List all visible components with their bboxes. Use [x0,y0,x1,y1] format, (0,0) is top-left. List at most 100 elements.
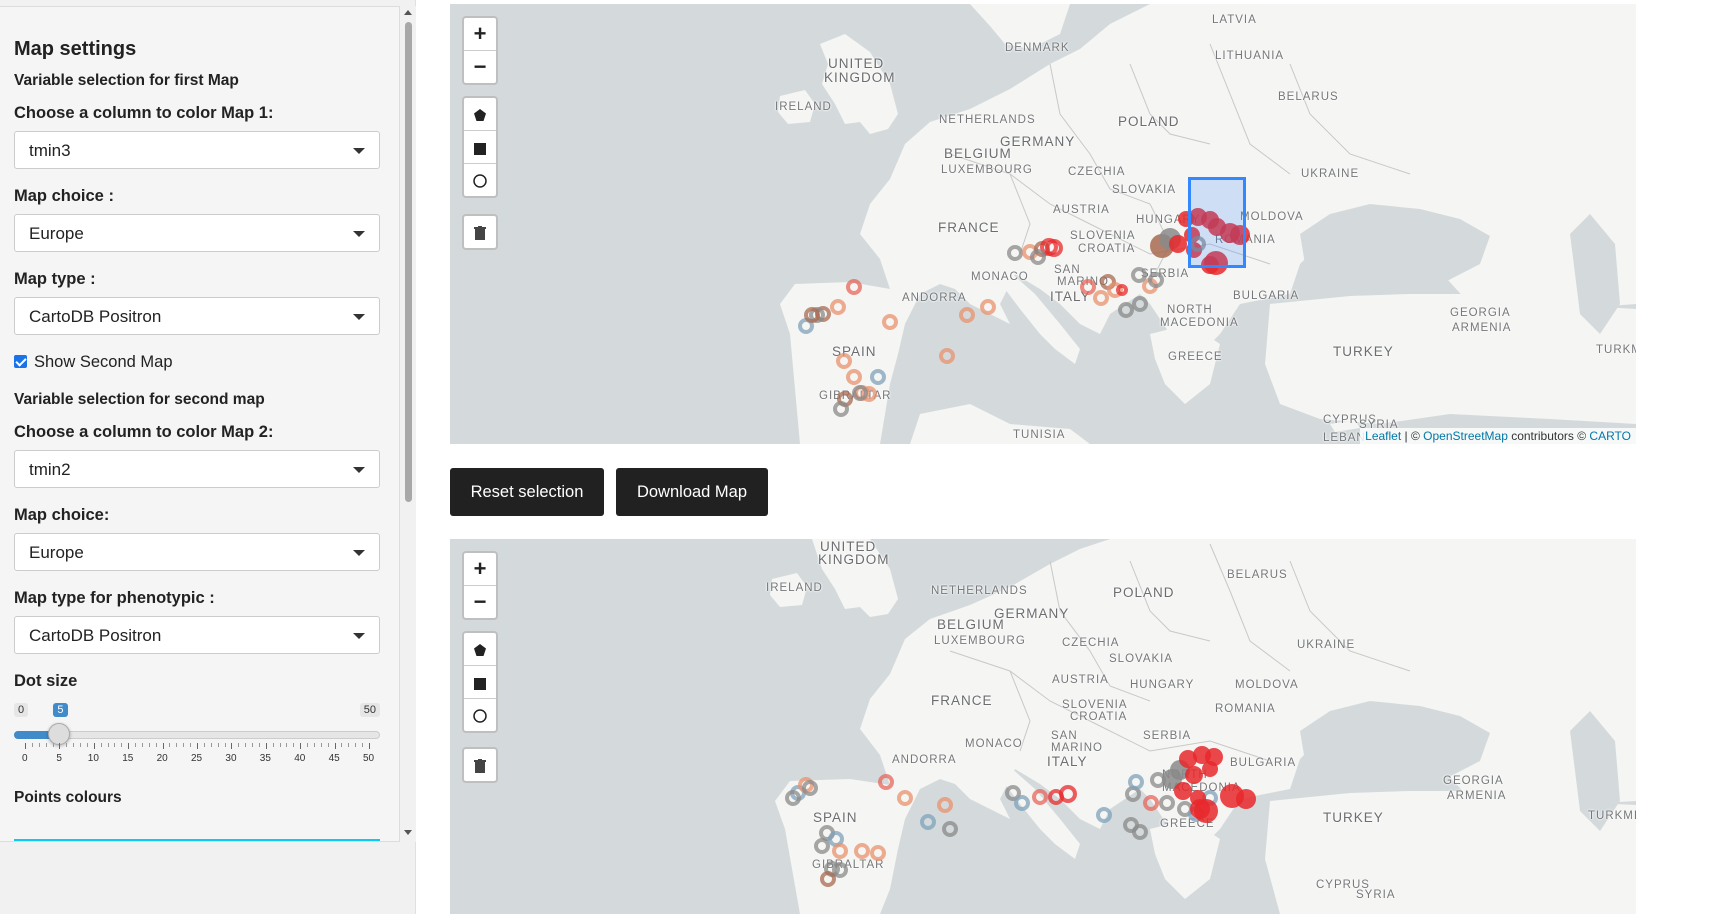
data-point[interactable] [939,348,955,364]
map-choice-2-select[interactable]: Europe [14,533,380,571]
draw-polygon-button-2[interactable] [464,633,496,666]
scrollbar-thumb[interactable] [405,22,412,502]
data-point[interactable] [1131,267,1147,283]
draw-circle-button-2[interactable] [464,699,496,731]
data-point[interactable] [1236,789,1256,809]
slider-handle[interactable] [48,723,71,745]
country-label: SAN [1054,264,1081,276]
data-point[interactable] [846,369,862,385]
data-point[interactable] [820,871,836,887]
data-point[interactable] [1185,766,1203,784]
country-label: NETHERLANDS [931,585,1028,597]
data-point[interactable] [802,780,818,796]
data-point[interactable] [1159,795,1175,811]
country-label: KINGDOM [818,552,890,567]
data-point[interactable] [1202,761,1218,777]
zoom-out-button[interactable]: − [464,51,496,83]
delete-layers-button-2[interactable] [464,749,496,781]
data-point[interactable] [1128,774,1144,790]
leaflet-link[interactable]: Leaflet [1365,429,1401,443]
draw-rectangle-button[interactable] [464,131,496,164]
map-type-1-select[interactable]: CartoDB Positron [14,297,380,335]
attribution-separator: | © [1401,429,1424,443]
delete-layers-button[interactable] [464,216,496,248]
slider-tick [197,743,198,749]
slider-minor-tick [183,743,185,747]
edit-toolbar [462,214,498,250]
data-point[interactable] [832,843,848,859]
first-map[interactable]: LATVIA DENMARK LITHUANIA UNITED KINGDOM BELAR… [450,4,1636,444]
country-label: SYRIA [1356,889,1396,901]
data-point[interactable] [836,353,852,369]
data-point[interactable] [1143,795,1159,811]
rectangle-selection[interactable] [1188,177,1246,268]
data-point[interactable] [846,279,862,295]
data-point[interactable] [870,845,886,861]
data-point[interactable] [1116,284,1128,296]
slider-tick [128,743,130,749]
data-point[interactable] [878,774,894,790]
zoom-in-button[interactable]: + [464,18,496,51]
data-point[interactable] [1014,795,1030,811]
data-point[interactable] [1150,772,1166,788]
zoom-in-button-2[interactable]: + [464,553,496,586]
scroll-up-arrow-icon[interactable] [404,10,412,15]
map-type-2-select[interactable]: CartoDB Positron [14,616,380,654]
draw-toolbar [462,96,498,198]
data-point[interactable] [897,790,913,806]
data-point[interactable] [833,401,849,417]
data-point[interactable] [1190,799,1210,819]
reset-selection-button[interactable]: Reset selection [450,468,604,516]
draw-polygon-button[interactable] [464,98,496,131]
osm-link[interactable]: OpenStreetMap [1423,429,1508,443]
second-map[interactable]: UNITED KINGDOM BELARUS IRELAND NETHERLANDS PO… [450,539,1636,914]
slider-min-label: 0 [14,703,29,717]
data-point[interactable] [920,814,936,830]
dot-size-slider[interactable]: 0 5 50 0 5 10 15 20 25 30 35 40 45 50 [14,703,380,764]
country-label: GREECE [1168,351,1223,363]
slider-max-label: 50 [359,703,380,717]
country-label: TURKEY [1323,810,1384,825]
slider-minor-tick [224,743,226,747]
data-point[interactable] [830,299,846,315]
country-label: BELARUS [1227,569,1288,581]
draw-rectangle-button-2[interactable] [464,666,496,699]
data-point[interactable] [804,307,820,323]
data-point[interactable] [1132,296,1148,312]
data-point[interactable] [1169,235,1187,253]
data-point[interactable] [1007,245,1023,261]
points-colour-picker[interactable] [14,839,380,841]
carto-link[interactable]: CARTO [1589,429,1631,443]
data-point[interactable] [1030,249,1046,265]
slider-minor-tick [80,743,82,747]
map-choice-1-select[interactable]: Europe [14,214,380,252]
data-point[interactable] [937,797,953,813]
color-column-2-select[interactable]: tmin2 [14,450,380,488]
data-point[interactable] [1148,272,1164,288]
data-point[interactable] [942,821,958,837]
data-point[interactable] [785,790,801,806]
download-map-button[interactable]: Download Map [616,468,768,516]
data-point[interactable] [870,369,886,385]
country-label: ITALY [1047,754,1088,769]
color-column-1-select[interactable]: tmin3 [14,131,380,169]
slider-minor-tick [52,743,54,747]
data-point[interactable] [854,843,870,859]
zoom-control-2: + − [462,551,498,620]
checkbox-checked-icon[interactable] [14,355,27,368]
data-point[interactable] [1059,785,1077,803]
data-point[interactable] [959,307,975,323]
draw-circle-button[interactable] [464,164,496,196]
data-point[interactable] [1132,824,1148,840]
data-point[interactable] [1045,239,1063,257]
zoom-out-button-2[interactable]: − [464,586,496,618]
data-point[interactable] [852,385,868,401]
data-point[interactable] [980,299,996,315]
scroll-down-arrow-icon[interactable] [404,830,412,835]
show-second-map-checkbox[interactable]: Show Second Map [14,353,173,372]
data-point[interactable] [1032,789,1048,805]
data-point[interactable] [882,314,898,330]
zoom-control: + − [462,16,498,85]
data-point[interactable] [1096,807,1112,823]
slider-tick [59,743,61,749]
